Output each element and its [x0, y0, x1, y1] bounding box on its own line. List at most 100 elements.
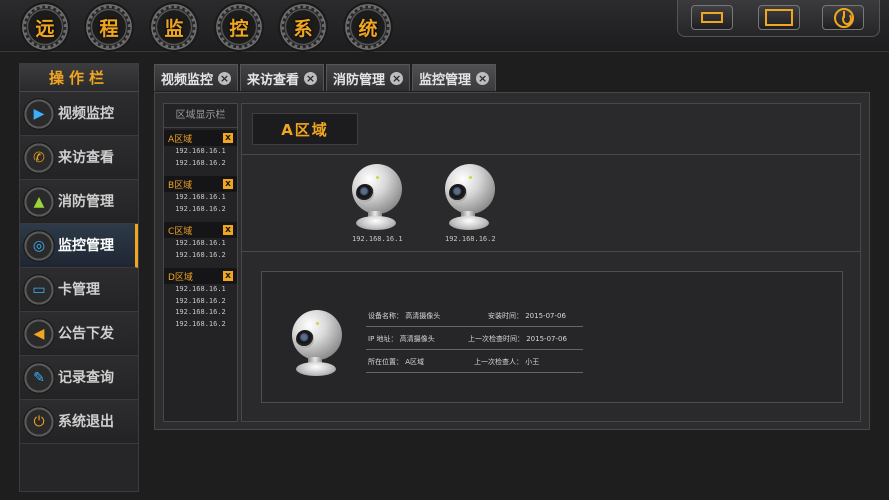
- title-char: 监: [164, 17, 184, 40]
- title-char-badge: 系: [278, 2, 328, 52]
- camera-base: [296, 362, 336, 376]
- camera-base: [449, 216, 489, 230]
- zone-name: D区域: [168, 272, 193, 283]
- detail-label: 设备名称： 高清摄像头: [368, 312, 441, 320]
- sidebar-item-label: 视频监控: [58, 106, 114, 122]
- title-char: 程: [99, 17, 119, 40]
- title-char: 统: [358, 17, 378, 40]
- camera-ip-label: 192.168.16.2: [445, 235, 496, 243]
- detail-value: 上一次检查人： 小王: [474, 358, 540, 366]
- tab-bar: 视频监控 × 来访查看 × 消防管理 × 监控管理 ×: [154, 64, 498, 92]
- close-icon[interactable]: ×: [304, 71, 318, 85]
- zone-header[interactable]: C区域 x: [164, 222, 237, 238]
- play-icon: ▶: [23, 98, 55, 130]
- close-icon[interactable]: ×: [476, 71, 490, 85]
- camera-item: [290, 310, 346, 376]
- sidebar-item-label: 监控管理: [58, 238, 114, 254]
- camera-lens: [449, 184, 467, 202]
- window-controls: [677, 0, 880, 37]
- sidebar-item-label: 系统退出: [58, 414, 114, 430]
- area-title: A区域: [252, 113, 358, 145]
- megaphone-icon: ◀: [23, 318, 55, 350]
- camera-ip-label: 192.168.16.1: [352, 235, 403, 243]
- tab-visitor-view[interactable]: 来访查看 ×: [240, 64, 325, 91]
- card-icon: ▭: [23, 274, 55, 306]
- region-panel: 区域显示栏 A区域 x 192.168.16.1 192.168.16.2 B区…: [163, 103, 238, 422]
- close-icon[interactable]: x: [223, 225, 233, 235]
- zone-name: A区域: [168, 134, 193, 145]
- sidebar-item-label: 记录查询: [58, 370, 114, 386]
- sidebar-item-card-management[interactable]: ▭ 卡管理: [20, 268, 138, 312]
- sidebar-item-system-exit[interactable]: ⏻ 系统退出: [20, 400, 138, 444]
- tab-label: 来访查看: [247, 72, 300, 88]
- sidebar-item-label: 公告下发: [58, 326, 114, 342]
- sidebar-item-visitor-view[interactable]: ✆ 来访查看: [20, 136, 138, 180]
- tab-fire-management[interactable]: 消防管理 ×: [326, 64, 411, 91]
- sidebar-item-label: 消防管理: [58, 194, 114, 210]
- close-icon[interactable]: x: [223, 179, 233, 189]
- close-icon[interactable]: ×: [390, 71, 404, 85]
- zone-name: B区域: [168, 180, 193, 191]
- zone-ip-item[interactable]: 192.168.16.1: [164, 146, 237, 158]
- sidebar-item-label: 卡管理: [58, 282, 100, 298]
- maximize-button[interactable]: [758, 5, 800, 30]
- camera-lens: [296, 330, 314, 348]
- zone-ip-item[interactable]: 192.168.16.1: [164, 284, 237, 296]
- target-icon: ◎: [23, 230, 55, 262]
- sidebar-item-label: 来访查看: [58, 150, 114, 166]
- zone-ip-item[interactable]: 192.168.16.2: [164, 307, 237, 319]
- camera-base: [356, 216, 396, 230]
- sidebar-item-record-query[interactable]: ✎ 记录查询: [20, 356, 138, 400]
- zone-ip-item[interactable]: 192.168.16.2: [164, 296, 237, 308]
- region-panel-title: 区域显示栏: [164, 104, 237, 128]
- maximize-icon: [765, 9, 793, 26]
- title-char-badge: 监: [149, 2, 199, 52]
- zone-ip-item[interactable]: 192.168.16.1: [164, 238, 237, 250]
- camera-item[interactable]: 192.168.16.2: [443, 164, 499, 250]
- zone-ip-item[interactable]: 192.168.16.2: [164, 158, 237, 170]
- zone-c: C区域 x 192.168.16.1 192.168.16.2: [164, 222, 237, 261]
- main-panel: 区域显示栏 A区域 x 192.168.16.1 192.168.16.2 B区…: [154, 92, 870, 430]
- content-panel: A区域 192.168.16.1 192.168.16.2 设备名称： 高清摄像…: [241, 103, 861, 422]
- cone-icon: ▲: [23, 186, 55, 218]
- sidebar-item-fire-management[interactable]: ▲ 消防管理: [20, 180, 138, 224]
- title-char-badge: 控: [214, 2, 264, 52]
- zone-header[interactable]: B区域 x: [164, 176, 237, 192]
- power-icon: [834, 8, 854, 28]
- title-char-badge: 统: [343, 2, 393, 52]
- zone-ip-item[interactable]: 192.168.16.2: [164, 250, 237, 262]
- zone-header[interactable]: D区域 x: [164, 268, 237, 284]
- sidebar-item-monitor-management[interactable]: ◎ 监控管理: [20, 224, 138, 268]
- detail-label: IP 地址： 高清摄像头: [368, 335, 435, 343]
- minimize-button[interactable]: [691, 5, 733, 30]
- power-button[interactable]: [822, 5, 864, 30]
- camera-led: [469, 176, 472, 179]
- title-char: 远: [35, 17, 55, 40]
- zone-header[interactable]: A区域 x: [164, 130, 237, 146]
- detail-row: 所在位置： A区域 上一次检查人： 小王: [366, 350, 583, 373]
- detail-value: 安装时间： 2015-07-06: [488, 312, 566, 320]
- detail-row: IP 地址： 高清摄像头 上一次检查时间： 2015-07-06: [366, 327, 583, 350]
- camera-led: [316, 322, 319, 325]
- device-detail-panel: 设备名称： 高清摄像头 安装时间： 2015-07-06 IP 地址： 高清摄像…: [261, 271, 843, 403]
- zone-ip-item[interactable]: 192.168.16.2: [164, 204, 237, 216]
- title-char-badge: 程: [84, 2, 134, 52]
- close-icon[interactable]: ×: [218, 71, 232, 85]
- tab-video-monitor[interactable]: 视频监控 ×: [154, 64, 239, 91]
- zone-ip-item[interactable]: 192.168.16.1: [164, 192, 237, 204]
- sidebar-item-video-monitor[interactable]: ▶ 视频监控: [20, 92, 138, 136]
- sidebar-item-announcement[interactable]: ◀ 公告下发: [20, 312, 138, 356]
- zone-ip-item[interactable]: 192.168.16.2: [164, 319, 237, 331]
- title-char: 控: [229, 17, 249, 40]
- phone-icon: ✆: [23, 142, 55, 174]
- zone-d: D区域 x 192.168.16.1 192.168.16.2 192.168.…: [164, 268, 237, 330]
- close-icon[interactable]: x: [223, 271, 233, 281]
- title-char-badge: 远: [20, 2, 70, 52]
- camera-lens: [356, 184, 374, 202]
- tab-monitor-management[interactable]: 监控管理 ×: [412, 64, 497, 91]
- zone-name: C区域: [168, 226, 193, 237]
- zone-a: A区域 x 192.168.16.1 192.168.16.2: [164, 130, 237, 169]
- sidebar: 操作栏 ▶ 视频监控 ✆ 来访查看 ▲ 消防管理 ◎ 监控管理 ▭ 卡管理 ◀ …: [19, 63, 139, 492]
- camera-item[interactable]: 192.168.16.1: [350, 164, 406, 250]
- close-icon[interactable]: x: [223, 133, 233, 143]
